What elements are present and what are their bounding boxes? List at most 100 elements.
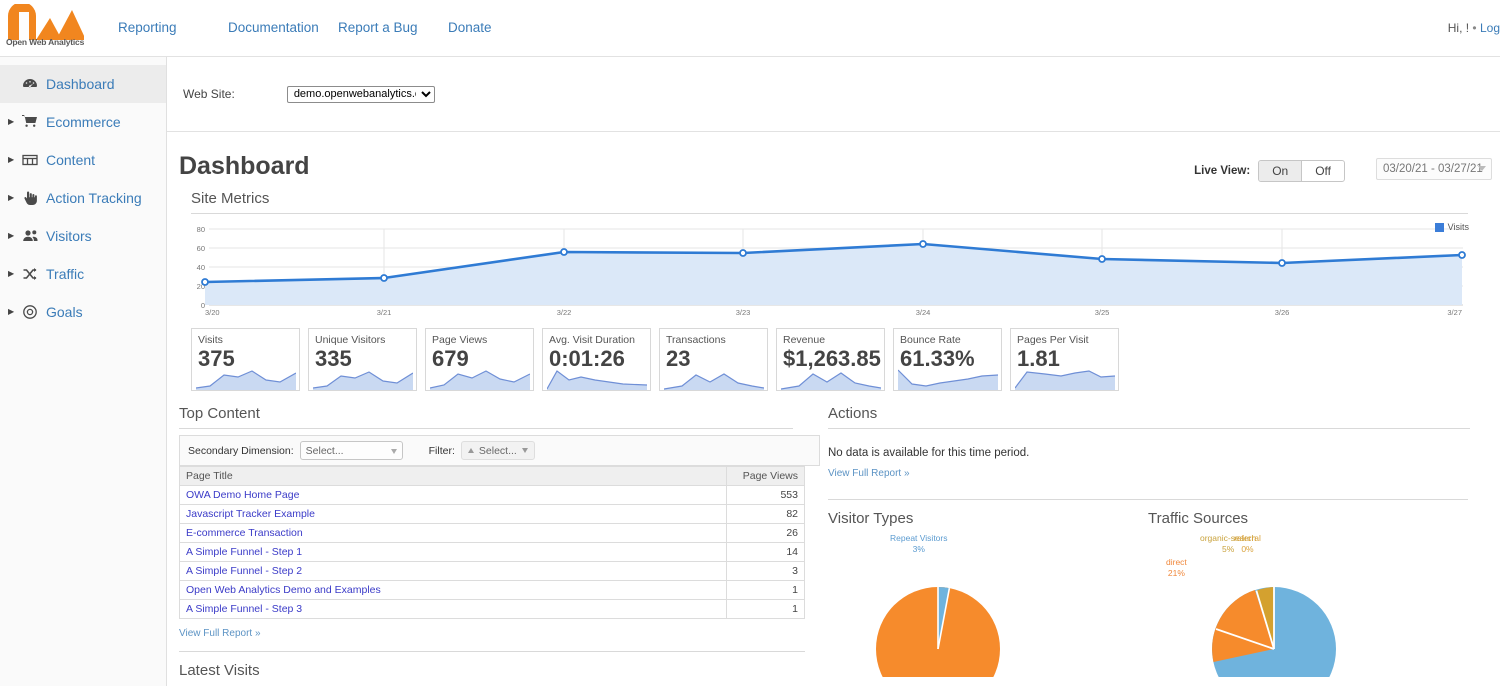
referral-label: referral [1234,533,1261,543]
user-greeting-area: Hi, ! • Log [1448,21,1500,35]
section-divider [179,651,805,652]
actions-view-full-report-link[interactable]: View Full Report » [828,468,910,479]
metric-card-bounce-rate[interactable]: Bounce Rate 61.33% [893,328,1002,391]
live-view-label: Live View: [1194,165,1251,177]
column-header-page-title[interactable]: Page Title [179,466,727,486]
traffic-sources-pie[interactable] [1182,557,1432,677]
cart-icon [22,114,46,130]
live-view-on-button[interactable]: On [1259,161,1303,181]
secondary-dimension-select[interactable]: Select... [299,441,403,460]
sparkline [430,370,530,390]
metric-card-page-views[interactable]: Page Views 679 [425,328,534,391]
chevron-up-icon [467,448,474,453]
sidebar-item-action-tracking[interactable]: ▶ Action Tracking [0,179,166,217]
website-select[interactable]: demo.openwebanalytics.com [286,85,435,103]
sidebar-item-content[interactable]: ▶ Content [0,141,166,179]
svg-text:3/20: 3/20 [205,308,220,316]
top-content-view-full-report-link[interactable]: View Full Report » [179,628,261,639]
sparkline [196,370,296,390]
svg-text:3/26: 3/26 [1275,308,1290,316]
metric-label: Revenue [783,334,826,346]
nav-documentation[interactable]: Documentation [228,20,338,35]
live-view-off-button[interactable]: Off [1302,161,1344,181]
chevron-right-icon[interactable]: ▶ [8,118,22,126]
actions-title: Actions [828,405,878,422]
page-title-link[interactable]: A Simple Funnel - Step 3 [186,603,302,615]
table-controls: Secondary Dimension: Select... Filter: S… [179,435,820,466]
metric-card-pages-per-visit[interactable]: Pages Per Visit 1.81 [1010,328,1119,391]
metric-card-unique-visitors[interactable]: Unique Visitors 335 [308,328,417,391]
svg-text:60: 60 [197,244,205,253]
visitor-types-pie[interactable] [846,557,1096,677]
table-row[interactable]: A Simple Funnel - Step 2 3 [179,561,805,581]
page-title-link[interactable]: E-commerce Transaction [186,527,303,539]
chevron-right-icon[interactable]: ▶ [8,194,22,202]
section-divider [828,428,1470,429]
dashboard-icon [22,76,46,92]
repeat-visitors-pct: 3% [912,544,925,554]
sidebar-item-traffic[interactable]: ▶ Traffic [0,255,166,293]
svg-text:3/27: 3/27 [1447,308,1462,316]
sidebar-item-label: Action Tracking [46,190,142,206]
page-title-link[interactable]: A Simple Funnel - Step 1 [186,546,302,558]
nav-reporting[interactable]: Reporting [118,20,228,35]
sidebar-item-goals[interactable]: ▶ Goals [0,293,166,331]
svg-text:3/21: 3/21 [377,308,392,316]
sidebar-item-dashboard[interactable]: Dashboard [0,65,166,103]
table-row[interactable]: A Simple Funnel - Step 1 14 [179,542,805,562]
table-row[interactable]: E-commerce Transaction 26 [179,523,805,543]
top-bar: Open Web Analytics Reporting Documentati… [0,0,1500,57]
sidebar-item-label: Visitors [46,228,92,244]
svg-text:3/24: 3/24 [916,308,931,316]
page-title-link[interactable]: A Simple Funnel - Step 2 [186,565,302,577]
cell-page-views: 1 [726,599,805,619]
live-view-toggle[interactable]: On Off [1258,160,1345,182]
table-header-row: Page Title Page Views [179,466,805,486]
table-row[interactable]: Javascript Tracker Example 82 [179,504,805,524]
page-title-link[interactable]: Open Web Analytics Demo and Examples [186,584,381,596]
metric-card-visits[interactable]: Visits 375 [191,328,300,391]
metric-label: Transactions [666,334,726,346]
top-content-title: Top Content [179,405,260,422]
table-row[interactable]: Open Web Analytics Demo and Examples 1 [179,580,805,600]
nav-report-a-bug[interactable]: Report a Bug [338,20,448,35]
logout-link[interactable]: Log [1480,21,1500,35]
cell-page-views: 553 [726,485,805,505]
table-row[interactable]: OWA Demo Home Page 553 [179,485,805,505]
date-range-picker[interactable]: 03/20/21 - 03/27/21 [1376,158,1492,180]
page-title-link[interactable]: Javascript Tracker Example [186,508,315,520]
actions-section: Actions No data is available for this ti… [820,405,1480,681]
column-header-page-views[interactable]: Page Views [726,466,805,486]
sidebar-item-visitors[interactable]: ▶ Visitors [0,217,166,255]
svg-text:3/25: 3/25 [1095,308,1110,316]
metric-card-transactions[interactable]: Transactions 23 [659,328,768,391]
actions-no-data-message: No data is available for this time perio… [828,447,1030,459]
chevron-right-icon[interactable]: ▶ [8,308,22,316]
site-metrics-chart: 80 60 40 20 0 3/20 3/21 3/22 3/23 3/24 3… [191,222,1471,316]
nav-donate[interactable]: Donate [448,20,538,35]
website-selector-bar: Web Site: demo.openwebanalytics.com [167,57,1500,132]
date-range-value: 03/20/21 - 03/27/21 [1383,163,1483,175]
top-content-section: Top Content Secondary Dimension: Select.… [167,405,820,681]
chevron-right-icon[interactable]: ▶ [8,156,22,164]
sidebar-item-ecommerce[interactable]: ▶ Ecommerce [0,103,166,141]
page-title-link[interactable]: OWA Demo Home Page [186,489,299,501]
chevron-right-icon[interactable]: ▶ [8,232,22,240]
cell-page-title: E-commerce Transaction [179,523,727,543]
cell-page-title: Javascript Tracker Example [179,504,727,524]
filter-select[interactable]: Select... [460,441,535,460]
content-icon [22,152,46,168]
organic-search-pct: 5% [1221,544,1235,554]
table-row[interactable]: A Simple Funnel - Step 3 1 [179,599,805,619]
lower-sections: Top Content Secondary Dimension: Select.… [167,405,1500,681]
target-icon [22,304,46,320]
sidebar-item-label: Dashboard [46,76,115,92]
site-metrics-title: Site Metrics [191,190,270,207]
chevron-right-icon[interactable]: ▶ [8,270,22,278]
sidebar-item-label: Ecommerce [46,114,121,130]
metric-card-avg-visit-duration[interactable]: Avg. Visit Duration 0:01:26 [542,328,651,391]
sparkline [781,372,881,390]
cell-page-views: 82 [726,504,805,524]
visitor-types-chart-block: Visitor Types Repeat Visitors 3% [828,510,1148,681]
metric-card-revenue[interactable]: Revenue $1,263.85 [776,328,885,391]
